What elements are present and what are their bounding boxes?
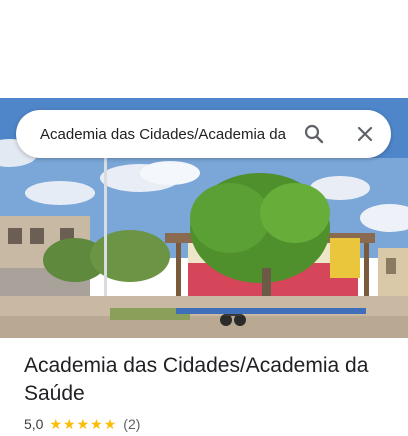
place-title: Academia das Cidades/Academia da Saúde <box>24 354 369 405</box>
rating-value: 5,0 <box>24 416 44 432</box>
place-info-panel: Academia das Cidades/Academia da Saúde 5… <box>24 352 394 432</box>
star-icon: ★ <box>103 416 117 432</box>
review-count[interactable]: (2) <box>123 416 140 432</box>
search-icon[interactable] <box>302 122 326 146</box>
star-icon: ★ <box>76 416 90 432</box>
star-icon: ★ <box>63 416 76 432</box>
top-blank-area <box>0 0 408 98</box>
close-icon[interactable] <box>353 122 377 146</box>
star-icon: ★ <box>90 416 103 432</box>
star-icon: ★ <box>49 416 63 432</box>
rating-stars: ★ ★ ★ ★ ★ <box>49 417 117 431</box>
rating-row[interactable]: 5,0 ★ ★ ★ ★ ★ (2) <box>24 416 394 432</box>
search-bar[interactable]: Academia das Cidades/Academia da <box>16 110 391 158</box>
search-query-text[interactable]: Academia das Cidades/Academia da <box>40 126 287 143</box>
